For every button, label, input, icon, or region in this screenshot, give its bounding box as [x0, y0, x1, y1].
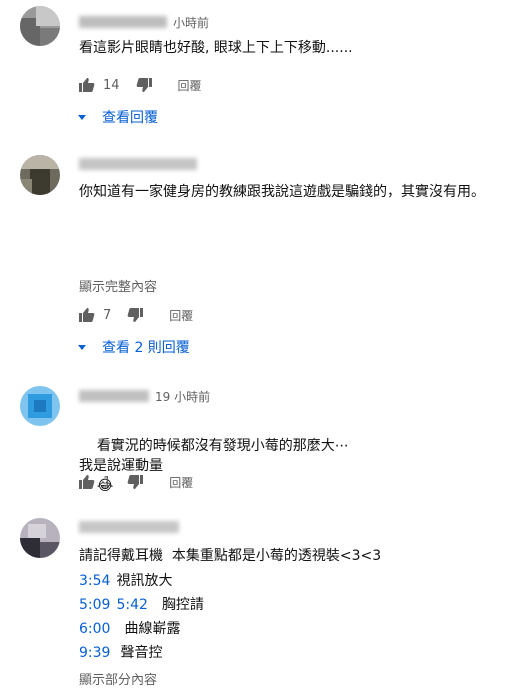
avatar-image — [20, 386, 60, 426]
show-less-button[interactable]: 顯示部分內容 — [79, 669, 157, 688]
author-name[interactable] — [79, 16, 167, 28]
timestamp-link[interactable]: 5:42 — [116, 595, 147, 615]
comment-header — [79, 157, 201, 171]
timestamp-label: 聲音控 — [120, 645, 163, 661]
timestamp-label: 視訊放大 — [116, 573, 173, 589]
avatar-image — [20, 518, 60, 558]
comment-header — [79, 520, 183, 534]
comment-text: 看這影片眼睛也好酸, 眼球上下上下移動...... — [79, 40, 353, 56]
timestamp-label: 曲線嶄露 — [124, 621, 181, 637]
avatar-image — [20, 155, 60, 195]
comment-text-body: 看實況的時候都沒有發現小莓的那麼大⋯ 我是說運動量 — [79, 438, 349, 474]
avatar[interactable] — [20, 386, 60, 426]
timestamp-line: 3:54 視訊放大 — [79, 571, 172, 591]
comment-text: 你知道有一家健身房的教練跟我說這遊戲是騙錢的，其實沒有用。 — [79, 184, 485, 200]
comment-header: 小時前 — [79, 14, 209, 31]
timestamp-link[interactable]: 9:39 — [79, 643, 110, 663]
author-name[interactable] — [79, 521, 179, 533]
comment-header: 19 小時前 — [79, 388, 210, 405]
avatar[interactable] — [20, 6, 60, 46]
timestamp-link[interactable]: 3:54 — [79, 571, 110, 591]
comment-text: 看實況的時候都沒有發現小莓的那麼大⋯ 我是說運動量 😂 — [79, 416, 509, 516]
avatar[interactable] — [20, 518, 60, 558]
timestamp-link[interactable]: 5:09 — [79, 595, 110, 615]
view-replies-label: 查看回覆 — [102, 110, 158, 126]
dislike-icon[interactable] — [136, 77, 152, 93]
dislike-icon[interactable] — [127, 307, 144, 323]
caret-down-icon — [78, 344, 86, 350]
view-replies-button[interactable]: 查看回覆 — [78, 107, 158, 127]
timestamp-link[interactable]: 6:00 — [79, 619, 110, 639]
timestamp-line: 5:09 5:42 胸控請 — [79, 595, 204, 615]
like-count: 14 — [103, 77, 120, 93]
dislike-icon[interactable] — [127, 474, 144, 490]
like-icon[interactable] — [79, 474, 95, 490]
like-count: 1 — [103, 474, 112, 490]
comment-text: 請記得戴耳機 本集重點都是小莓的透視裝<3<3 — [79, 548, 382, 564]
author-name[interactable] — [79, 390, 149, 402]
comment-actions: 14 回覆 — [79, 75, 202, 95]
like-count: 7 — [103, 307, 112, 323]
view-replies-button[interactable]: 查看 2 則回覆 — [78, 337, 190, 357]
timestamp-label: 胸控請 — [161, 597, 204, 613]
reply-button[interactable]: 回覆 — [178, 77, 202, 94]
like-icon[interactable] — [79, 77, 95, 93]
avatar-image — [20, 6, 60, 46]
caret-down-icon — [78, 114, 86, 120]
show-more-button[interactable]: 顯示完整內容 — [79, 276, 157, 295]
timestamp-line: 9:39 聲音控 — [79, 643, 162, 663]
avatar[interactable] — [20, 155, 60, 195]
author-name[interactable] — [79, 158, 197, 170]
reply-button[interactable]: 回覆 — [169, 474, 193, 491]
comment-timestamp[interactable]: 19 小時前 — [155, 388, 210, 405]
view-replies-label: 查看 2 則回覆 — [102, 340, 190, 356]
reply-button[interactable]: 回覆 — [169, 307, 193, 324]
comment-timestamp[interactable]: 小時前 — [173, 14, 209, 31]
timestamp-line: 6:00 曲線嶄露 — [79, 619, 180, 639]
like-icon[interactable] — [79, 307, 95, 323]
comment-actions: 7 回覆 — [79, 305, 193, 325]
comment-actions: 1 回覆 — [79, 472, 193, 492]
